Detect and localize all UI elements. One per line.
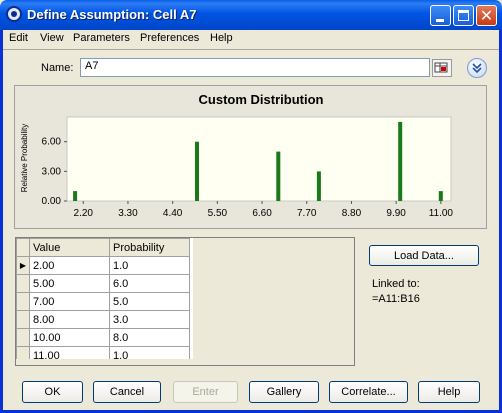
row-indicator bbox=[16, 274, 30, 293]
close-button[interactable]: ✕ bbox=[476, 5, 497, 26]
x-tick-label: 3.30 bbox=[118, 208, 138, 219]
table-cell-value[interactable]: 5.00 bbox=[29, 274, 110, 293]
crystal-ball-icon bbox=[6, 6, 22, 22]
correlate-button[interactable]: Correlate... bbox=[329, 381, 408, 403]
row-indicator bbox=[16, 292, 30, 311]
distribution-bar bbox=[438, 191, 443, 201]
distribution-bar bbox=[276, 151, 281, 201]
ok-button[interactable]: OK bbox=[22, 381, 83, 403]
double-chevron-down-icon bbox=[472, 63, 482, 74]
x-tick-label: 4.40 bbox=[163, 208, 183, 219]
distribution-bar bbox=[398, 121, 403, 201]
table-empty-area-bottom bbox=[16, 359, 193, 365]
menu-edit[interactable]: Edit bbox=[9, 32, 28, 44]
x-tick-label: 5.50 bbox=[208, 208, 228, 219]
column-header-probability[interactable]: Probability bbox=[109, 238, 190, 257]
distribution-bar bbox=[316, 171, 321, 201]
menu-separator bbox=[3, 49, 499, 50]
y-axis-label: Relative Probability bbox=[20, 124, 29, 192]
help-button[interactable]: Help bbox=[418, 381, 480, 403]
distribution-chart: Custom Distribution Relative Probability… bbox=[20, 92, 454, 219]
table-cell-probability[interactable]: 1.0 bbox=[109, 256, 190, 275]
expand-options-button[interactable] bbox=[467, 58, 487, 78]
table-row[interactable]: 5.00 6.0 bbox=[16, 274, 190, 293]
distribution-bar bbox=[195, 141, 199, 201]
gallery-button[interactable]: Gallery bbox=[249, 381, 319, 403]
table-row[interactable]: ▶ 2.00 1.0 bbox=[16, 256, 190, 275]
window-title: Define Assumption: Cell A7 bbox=[27, 7, 197, 22]
minimize-button[interactable] bbox=[430, 5, 451, 26]
column-header-value[interactable]: Value bbox=[29, 238, 110, 257]
y-tick-label: 3.00 bbox=[42, 166, 62, 177]
window-frame-left bbox=[0, 30, 3, 413]
name-input[interactable]: A7 bbox=[80, 58, 430, 77]
menu-bar: Edit View Parameters Preferences Help bbox=[3, 30, 499, 48]
menu-parameters[interactable]: Parameters bbox=[73, 32, 130, 44]
maximize-icon bbox=[458, 10, 469, 21]
maximize-button[interactable] bbox=[453, 5, 474, 26]
distribution-chart-panel: Custom Distribution Relative Probability… bbox=[14, 85, 487, 229]
y-tick-label: 6.00 bbox=[42, 137, 62, 148]
table-row[interactable]: 7.00 5.0 bbox=[16, 292, 190, 311]
x-tick-label: 7.70 bbox=[297, 208, 317, 219]
cancel-button[interactable]: Cancel bbox=[93, 381, 161, 403]
minimize-icon bbox=[436, 19, 444, 22]
table-empty-area bbox=[193, 238, 354, 365]
load-data-button[interactable]: Load Data... bbox=[369, 245, 479, 266]
table-header-row: Value Probability bbox=[16, 238, 190, 257]
data-table[interactable]: Value Probability ▶ 2.00 1.0 5.00 6.0 7.… bbox=[15, 237, 355, 366]
x-tick-label: 6.60 bbox=[252, 208, 272, 219]
linked-to-label: Linked to: bbox=[372, 278, 420, 290]
menu-view[interactable]: View bbox=[40, 32, 64, 44]
current-row-indicator: ▶ bbox=[16, 256, 30, 275]
menu-help[interactable]: Help bbox=[210, 32, 233, 44]
row-indicator bbox=[16, 310, 30, 329]
table-cell-probability[interactable]: 5.0 bbox=[109, 292, 190, 311]
table-cell-value[interactable]: 8.00 bbox=[29, 310, 110, 329]
x-tick-label: 11.00 bbox=[429, 208, 454, 219]
table-cell-probability[interactable]: 6.0 bbox=[109, 274, 190, 293]
chart-title: Custom Distribution bbox=[199, 92, 324, 107]
plot-area bbox=[66, 116, 452, 202]
x-tick-label: 9.90 bbox=[386, 208, 406, 219]
close-icon: ✕ bbox=[479, 6, 494, 25]
enter-button[interactable]: Enter bbox=[173, 381, 238, 403]
title-bar: Define Assumption: Cell A7 ✕ bbox=[0, 0, 502, 30]
x-tick-label: 2.20 bbox=[74, 208, 94, 219]
table-cell-probability[interactable]: 3.0 bbox=[109, 310, 190, 329]
row-indicator bbox=[16, 328, 30, 347]
linked-range-value: =A11:B16 bbox=[372, 293, 420, 305]
table-cell-value[interactable]: 10.00 bbox=[29, 328, 110, 347]
row-indicator-header bbox=[16, 238, 30, 257]
y-tick-label: 0.00 bbox=[42, 196, 62, 207]
table-row[interactable]: 10.00 8.0 bbox=[16, 328, 190, 347]
cell-reference-button[interactable] bbox=[432, 59, 452, 77]
table-cell-value[interactable]: 7.00 bbox=[29, 292, 110, 311]
x-tick-label: 8.80 bbox=[342, 208, 362, 219]
name-label: Name: bbox=[41, 62, 74, 74]
distribution-bar bbox=[73, 191, 78, 201]
table-cell-probability[interactable]: 8.0 bbox=[109, 328, 190, 347]
table-row[interactable]: 8.00 3.0 bbox=[16, 310, 190, 329]
cell-select-icon bbox=[434, 62, 448, 73]
table-cell-value[interactable]: 2.00 bbox=[29, 256, 110, 275]
menu-preferences[interactable]: Preferences bbox=[140, 32, 199, 44]
